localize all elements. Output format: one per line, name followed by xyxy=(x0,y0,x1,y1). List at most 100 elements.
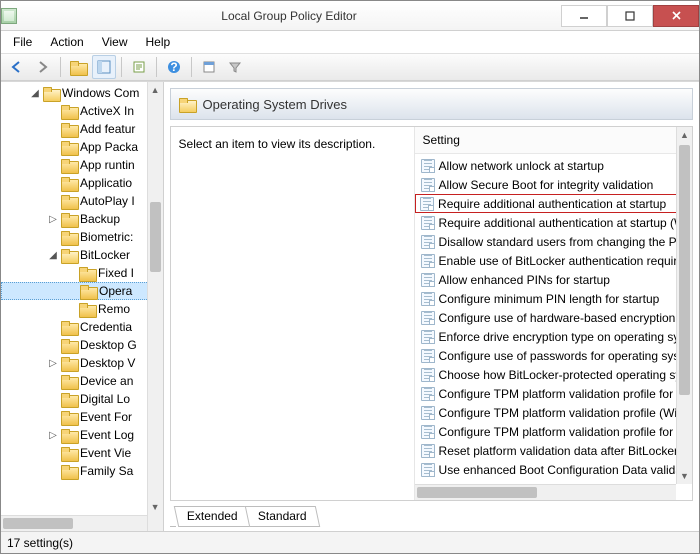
tree-item[interactable]: Desktop G xyxy=(1,336,163,354)
tree-item[interactable]: Opera xyxy=(1,282,163,300)
folder-icon xyxy=(61,447,77,460)
setting-item[interactable]: Reset platform validation data after Bit… xyxy=(415,441,692,460)
tree-item[interactable]: ActiveX In xyxy=(1,102,163,120)
tree-item[interactable]: Applicatio xyxy=(1,174,163,192)
setting-item[interactable]: Enforce drive encryption type on operati… xyxy=(415,327,692,346)
export-button[interactable] xyxy=(127,55,151,79)
setting-item[interactable]: Require additional authentication at sta… xyxy=(415,194,692,213)
tree-item[interactable]: ▷Event Log xyxy=(1,426,163,444)
tree-item[interactable]: Event Vie xyxy=(1,444,163,462)
tree-scrollbar-h[interactable] xyxy=(1,515,147,531)
filter-button[interactable] xyxy=(223,55,247,79)
description-column: Select an item to view its description. xyxy=(171,127,415,500)
setting-item[interactable]: Enable use of BitLocker authentication r… xyxy=(415,251,692,270)
folder-icon xyxy=(61,357,77,370)
scroll-thumb[interactable] xyxy=(417,487,537,498)
setting-item[interactable]: Allow Secure Boot for integrity validati… xyxy=(415,175,692,194)
setting-item[interactable]: Configure TPM platform validation profil… xyxy=(415,403,692,422)
settings-list[interactable]: Allow network unlock at startup Allow Sec… xyxy=(415,154,692,500)
setting-item[interactable]: Use enhanced Boot Configuration Data val… xyxy=(415,460,692,479)
tree-item[interactable]: App runtin xyxy=(1,156,163,174)
tree[interactable]: ◢Windows ComActiveX InAdd featurApp Pack… xyxy=(1,82,163,531)
scroll-up-icon[interactable]: ▲ xyxy=(148,82,163,98)
setting-label: Enforce drive encryption type on operati… xyxy=(439,330,689,344)
tree-item[interactable]: ▷Desktop V xyxy=(1,354,163,372)
description-prompt: Select an item to view its description. xyxy=(179,137,376,151)
forward-button[interactable] xyxy=(31,55,55,79)
expander-icon[interactable]: ▷ xyxy=(48,430,58,441)
setting-label: Configure TPM platform validation profil… xyxy=(439,387,685,401)
tree-item[interactable]: Credentia xyxy=(1,318,163,336)
folder-icon xyxy=(61,195,77,208)
help-button[interactable]: ? xyxy=(162,55,186,79)
setting-item[interactable]: Configure TPM platform validation profil… xyxy=(415,422,692,441)
maximize-button[interactable] xyxy=(607,5,653,27)
setting-item[interactable]: Disallow standard users from changing th… xyxy=(415,232,692,251)
menu-view[interactable]: View xyxy=(94,33,136,51)
expander-icon[interactable]: ◢ xyxy=(30,88,40,99)
tab-standard[interactable]: Standard xyxy=(245,506,320,527)
tree-item[interactable]: Remo xyxy=(1,300,163,318)
tree-item-label: Event For xyxy=(80,410,132,424)
tree-scrollbar-v[interactable]: ▲ ▼ xyxy=(147,82,163,531)
statusbar: 17 setting(s) xyxy=(1,531,699,553)
up-button[interactable] xyxy=(66,55,90,79)
settings-scrollbar-h[interactable] xyxy=(415,484,676,500)
tree-item-label: Credentia xyxy=(80,320,132,334)
scroll-down-icon[interactable]: ▼ xyxy=(148,499,163,515)
folder-icon xyxy=(61,123,77,136)
setting-label: Configure TPM platform validation profil… xyxy=(439,406,684,420)
setting-item[interactable]: Allow enhanced PINs for startup xyxy=(415,270,692,289)
setting-item[interactable]: Allow network unlock at startup xyxy=(415,156,692,175)
folder-icon xyxy=(61,105,77,118)
menu-help[interactable]: Help xyxy=(138,33,179,51)
expander-icon[interactable]: ◢ xyxy=(48,250,58,261)
scroll-down-icon[interactable]: ▼ xyxy=(677,468,692,484)
tree-pane: ◢Windows ComActiveX InAdd featurApp Pack… xyxy=(1,82,164,531)
setting-item[interactable]: Configure use of hardware-based encrypti… xyxy=(415,308,692,327)
policy-icon xyxy=(421,178,435,192)
settings-column-header[interactable]: Setting xyxy=(415,127,692,154)
tree-item-label: Digital Lo xyxy=(80,392,130,406)
setting-item[interactable]: Configure use of passwords for operating… xyxy=(415,346,692,365)
tree-item[interactable]: ◢Windows Com xyxy=(1,84,163,102)
tree-item[interactable]: ▷Backup xyxy=(1,210,163,228)
expander-icon[interactable]: ▷ xyxy=(48,358,58,369)
setting-item[interactable]: Choose how BitLocker-protected operating… xyxy=(415,365,692,384)
tree-item[interactable]: Device an xyxy=(1,372,163,390)
back-button[interactable] xyxy=(5,55,29,79)
minimize-button[interactable] xyxy=(561,5,607,27)
folder-icon xyxy=(61,411,77,424)
folder-icon xyxy=(61,159,77,172)
tree-item[interactable]: Digital Lo xyxy=(1,390,163,408)
scroll-thumb[interactable] xyxy=(3,518,73,529)
tree-item[interactable]: Event For xyxy=(1,408,163,426)
menu-action[interactable]: Action xyxy=(42,33,91,51)
scroll-thumb[interactable] xyxy=(150,202,161,272)
setting-label: Allow network unlock at startup xyxy=(439,159,604,173)
setting-item[interactable]: Configure TPM platform validation profil… xyxy=(415,384,692,403)
show-tree-button[interactable] xyxy=(92,55,116,79)
scroll-up-icon[interactable]: ▲ xyxy=(677,127,692,143)
close-button[interactable] xyxy=(653,5,699,27)
tree-item[interactable]: Biometric: xyxy=(1,228,163,246)
tree-item[interactable]: Add featur xyxy=(1,120,163,138)
tree-item[interactable]: App Packa xyxy=(1,138,163,156)
tree-item[interactable]: AutoPlay I xyxy=(1,192,163,210)
properties-button[interactable] xyxy=(197,55,221,79)
tree-item[interactable]: ◢BitLocker xyxy=(1,246,163,264)
tree-item[interactable]: Family Sa xyxy=(1,462,163,480)
folder-icon xyxy=(61,375,77,388)
settings-scrollbar-v[interactable]: ▲ ▼ xyxy=(676,127,692,484)
setting-item[interactable]: Configure minimum PIN length for startup xyxy=(415,289,692,308)
policy-icon xyxy=(421,216,435,230)
scroll-thumb[interactable] xyxy=(679,145,690,395)
menu-file[interactable]: File xyxy=(5,33,40,51)
details-pane: Operating System Drives Select an item t… xyxy=(164,82,699,531)
expander-icon[interactable]: ▷ xyxy=(48,214,58,225)
folder-icon xyxy=(61,231,77,244)
setting-item[interactable]: Require additional authentication at sta… xyxy=(415,213,692,232)
tab-extended[interactable]: Extended xyxy=(173,506,250,527)
tree-item[interactable]: Fixed I xyxy=(1,264,163,282)
folder-icon xyxy=(79,267,95,280)
